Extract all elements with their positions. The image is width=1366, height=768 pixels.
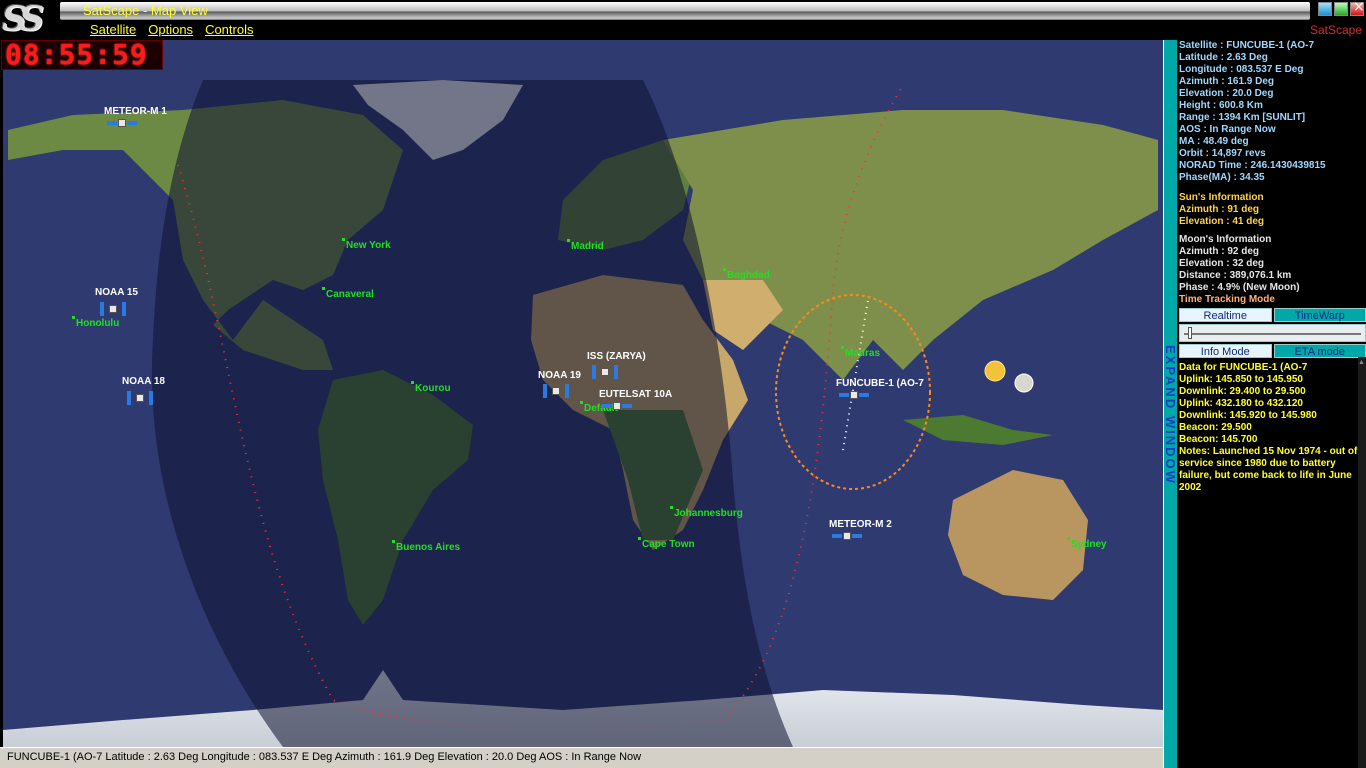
realtime-button[interactable]: Realtime [1179,308,1272,322]
longitude-value: Longitude : 083.537 E Deg [1179,64,1304,75]
satellite-label: NOAA 19 [538,370,581,381]
satellite-icon[interactable] [590,365,620,379]
info-mode-button[interactable]: Info Mode [1179,344,1272,358]
city-label: Buenos Aires [391,540,461,553]
moon-phase: Phase : 4.9% (New Moon) [1179,282,1300,293]
minimize-button[interactable] [1318,2,1332,16]
sun-elevation: Elevation : 41 deg [1179,216,1265,227]
slider-thumb[interactable] [1188,327,1192,339]
satellite-name: Satellite : FUNCUBE-1 (AO-7 [1179,40,1315,51]
scrollbar[interactable] [1358,357,1366,768]
city-label: Honolulu [71,316,120,329]
satellite-icon[interactable] [98,302,128,316]
sun-info-title: Sun's Information [1179,192,1264,203]
satellite-label: NOAA 18 [122,376,165,387]
slider-track [1184,333,1361,335]
menu-controls[interactable]: Controls [205,22,253,37]
city-label: Johannesburg [670,506,743,519]
range-value: Range : 1394 Km [SUNLIT] [1179,112,1306,123]
world-map[interactable]: New York Canaveral Honolulu Kourou Bueno… [3,40,1163,747]
sun-azimuth: Azimuth : 91 deg [1179,204,1260,215]
maximize-button[interactable] [1334,2,1348,16]
city-label: Cape Town [638,537,695,550]
app-logo: SS [2,0,44,39]
menu-satellite[interactable]: Satellite [90,22,136,37]
satellite-label: NOAA 15 [95,287,138,298]
timewarp-button[interactable]: TimeWarp [1273,308,1366,322]
expand-window-label: EXPAND WINDOW [1163,345,1178,485]
data-title: Data for FUNCUBE-1 (AO-7 [1179,362,1308,373]
moon-icon [1014,373,1034,393]
moon-azimuth: Azimuth : 92 deg [1179,246,1260,257]
time-mode-buttons: Realtime TimeWarp [1179,308,1366,322]
satellite-icon[interactable] [107,116,137,130]
uplink-1: Uplink: 145.850 to 145.950 [1179,374,1303,385]
norad-time-value: NORAD Time : 246.1430439815 [1179,160,1326,171]
brand-label: SatScape [1309,23,1362,37]
city-label: New York [342,238,391,251]
city-label: Madras [840,346,881,359]
elevation-value: Elevation : 20.0 Deg [1179,88,1274,99]
status-bar: FUNCUBE-1 (AO-7 Latitude : 2.63 Deg Long… [0,747,1163,768]
info-mode-buttons: Info Mode ETA mode [1179,344,1366,358]
latitude-value: Latitude : 2.63 Deg [1179,52,1268,63]
map-graphics [3,40,1163,747]
eta-mode-button[interactable]: ETA mode [1273,344,1366,358]
downlink-1: Downlink: 29.400 to 29.500 [1179,386,1306,397]
city-label: Baghdad [723,268,770,281]
uplink-2: Uplink: 432.180 to 432.120 [1179,398,1303,409]
satellite-icon[interactable] [602,399,632,413]
orbit-value: Orbit : 14,897 revs [1179,148,1266,159]
satellite-icon[interactable] [541,384,571,398]
city-label: Madrid [567,239,604,252]
info-panel: Satellite : FUNCUBE-1 (AO-7 Latitude : 2… [1177,40,1366,768]
window-title: SatScape - Map View [83,3,208,18]
satellite-icon[interactable] [125,391,155,405]
time-tracking-title: Time Tracking Mode [1179,294,1275,305]
timewarp-slider[interactable] [1179,324,1366,342]
city-label: Sydney [1067,537,1107,550]
satellite-label: ISS (ZARYA) [587,351,646,362]
satellite-icon[interactable] [839,388,869,402]
menu-bar: Satellite Options Controls [90,22,253,37]
satellite-icon[interactable] [832,529,862,543]
satellite-notes: Notes: Launched 15 Nov 1974 - out of ser… [1179,446,1358,493]
title-bar-chrome [60,2,1310,20]
expand-window-button[interactable]: EXPAND WINDOW [1163,40,1178,768]
window-controls [1318,0,1365,16]
ma-value: MA : 48.49 deg [1179,136,1249,147]
sun-icon [984,360,1006,382]
moon-distance: Distance : 389,076.1 km [1179,270,1292,281]
aos-value: AOS : In Range Now [1179,124,1276,135]
downlink-2: Downlink: 145.920 to 145.980 [1179,410,1317,421]
height-value: Height : 600.8 Km [1179,100,1263,111]
title-bar: SS SatScape - Map View Satellite Options… [0,0,1366,40]
azimuth-value: Azimuth : 161.9 Deg [1179,76,1275,87]
beacon-1: Beacon: 29.500 [1179,422,1252,433]
moon-elevation: Elevation : 32 deg [1179,258,1265,269]
satellite-data: Data for FUNCUBE-1 (AO-7 Uplink: 145.850… [1179,362,1366,494]
close-button[interactable] [1350,0,1365,16]
city-label: Kourou [411,381,451,394]
menu-options[interactable]: Options [148,22,193,37]
digital-clock: 08:55:59 [1,40,163,70]
beacon-2: Beacon: 145.700 [1179,434,1258,445]
city-label: Canaveral [322,287,374,300]
phase-value: Phase(MA) : 34.35 [1179,172,1265,183]
moon-info-title: Moon's Information [1179,234,1272,245]
